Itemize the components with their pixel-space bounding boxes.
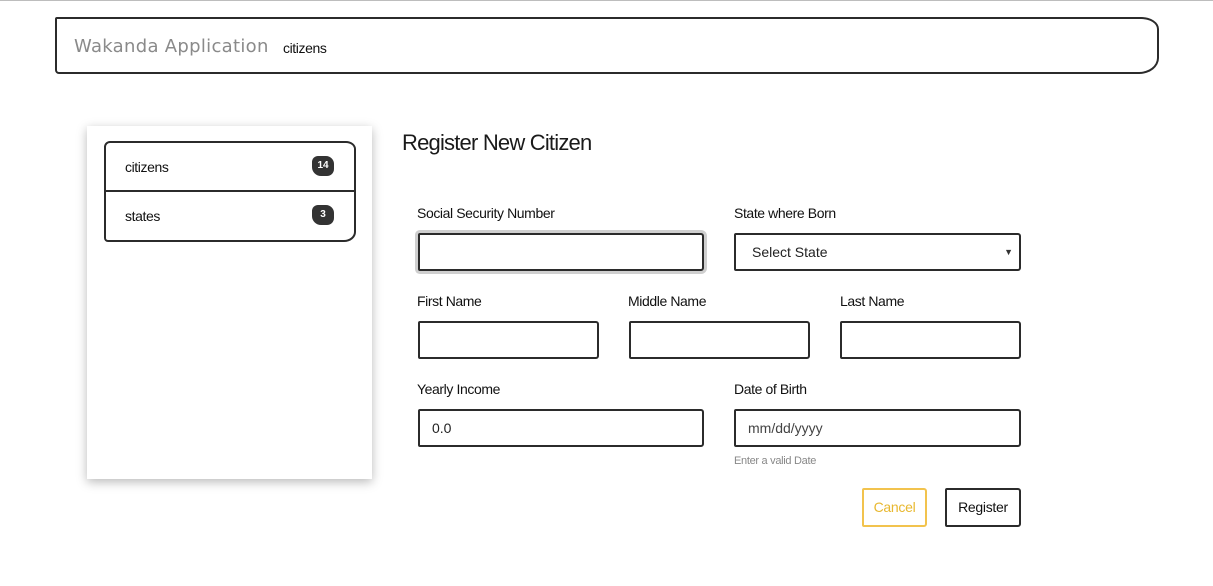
top-divider	[0, 0, 1213, 1]
first-name-label: First Name	[417, 293, 482, 309]
count-badge: 3	[312, 205, 334, 225]
sidebar-item-label: citizens	[125, 159, 169, 175]
state-select[interactable]: Select State ▼	[734, 233, 1021, 271]
navbar: Wakanda Application citizens	[55, 17, 1159, 74]
middle-name-label: Middle Name	[628, 293, 707, 309]
ssn-input[interactable]	[418, 233, 704, 271]
dob-input[interactable]	[734, 409, 1021, 447]
register-button[interactable]: Register	[945, 488, 1021, 527]
income-input[interactable]	[418, 409, 704, 447]
nav-link-citizens[interactable]: citizens	[283, 40, 327, 56]
ssn-label: Social Security Number	[417, 205, 555, 221]
middle-name-input[interactable]	[629, 321, 810, 359]
state-label: State where Born	[734, 205, 836, 221]
income-label: Yearly Income	[417, 381, 500, 397]
sidebar-item-states[interactable]: states 3	[106, 192, 354, 241]
dob-help-text: Enter a valid Date	[734, 455, 817, 467]
count-badge: 14	[312, 156, 334, 176]
first-name-input[interactable]	[418, 321, 599, 359]
last-name-input[interactable]	[840, 321, 1021, 359]
sidebar-list: citizens 14 states 3	[104, 141, 356, 242]
dob-label: Date of Birth	[734, 381, 807, 397]
state-select-value: Select State	[752, 244, 828, 260]
sidebar-item-citizens[interactable]: citizens 14	[106, 143, 354, 192]
caret-down-icon: ▼	[1004, 247, 1013, 257]
app-brand[interactable]: Wakanda Application	[74, 36, 269, 57]
sidebar-item-label: states	[125, 208, 160, 224]
sidebar-panel: citizens 14 states 3	[87, 126, 372, 479]
last-name-label: Last Name	[840, 293, 905, 309]
cancel-button[interactable]: Cancel	[862, 488, 927, 527]
page-title: Register New Citizen	[402, 130, 592, 155]
